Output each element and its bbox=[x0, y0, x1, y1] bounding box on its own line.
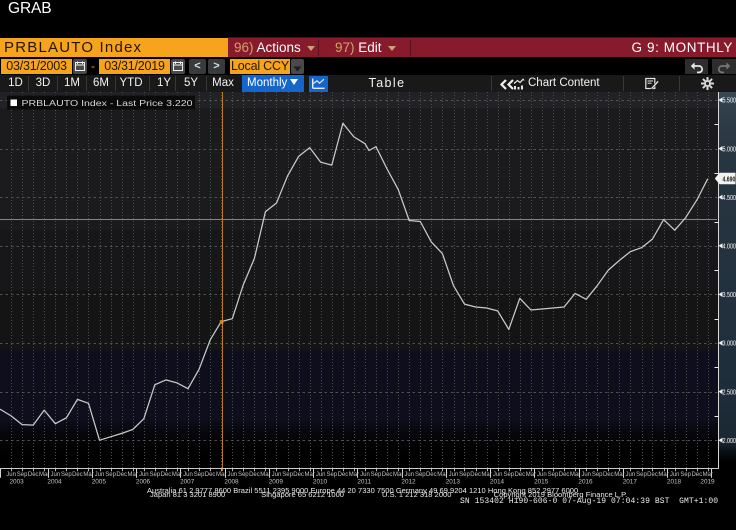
svg-text:Jun: Jun bbox=[537, 472, 547, 478]
svg-text:Jun: Jun bbox=[626, 472, 636, 478]
svg-text:Dec: Dec bbox=[72, 472, 83, 478]
svg-text:Sep: Sep bbox=[326, 472, 337, 478]
svg-text:Dec: Dec bbox=[691, 472, 702, 478]
svg-text:4.500: 4.500 bbox=[723, 193, 736, 202]
svg-text:4.690: 4.690 bbox=[723, 175, 736, 184]
svg-text:Jun: Jun bbox=[139, 472, 149, 478]
svg-text:Sep: Sep bbox=[548, 472, 559, 478]
svg-text:Mar: Mar bbox=[393, 472, 403, 478]
svg-text:Jun: Jun bbox=[493, 472, 503, 478]
svg-text:Mar: Mar bbox=[526, 472, 536, 478]
svg-text:Sep: Sep bbox=[282, 472, 293, 478]
svg-text:Dec: Dec bbox=[382, 472, 393, 478]
svg-text:Dec: Dec bbox=[647, 472, 658, 478]
svg-text:2018: 2018 bbox=[667, 479, 682, 486]
svg-text:Mar: Mar bbox=[83, 472, 93, 478]
svg-text:Jun: Jun bbox=[670, 472, 680, 478]
svg-text:Dec: Dec bbox=[116, 472, 127, 478]
svg-text:2010: 2010 bbox=[313, 479, 328, 486]
svg-text:Dec: Dec bbox=[338, 472, 349, 478]
svg-text:Dec: Dec bbox=[603, 472, 614, 478]
svg-text:2013: 2013 bbox=[446, 479, 461, 486]
svg-text:2009: 2009 bbox=[269, 479, 284, 486]
svg-text:Sep: Sep bbox=[680, 472, 691, 478]
svg-text:3.500: 3.500 bbox=[723, 290, 736, 299]
svg-text:2017: 2017 bbox=[623, 479, 638, 486]
svg-text:Jun: Jun bbox=[404, 472, 414, 478]
svg-text:Dec: Dec bbox=[559, 472, 570, 478]
svg-text:Jun: Jun bbox=[449, 472, 459, 478]
svg-text:Dec: Dec bbox=[426, 472, 437, 478]
svg-text:Sep: Sep bbox=[415, 472, 426, 478]
svg-text:Mar: Mar bbox=[260, 472, 270, 478]
svg-text:Dec: Dec bbox=[205, 472, 216, 478]
svg-text:2008: 2008 bbox=[224, 479, 239, 486]
svg-text:5.500: 5.500 bbox=[723, 96, 736, 105]
svg-text:Mar: Mar bbox=[39, 472, 49, 478]
svg-text:Mar: Mar bbox=[305, 472, 315, 478]
svg-text:Sep: Sep bbox=[636, 472, 647, 478]
svg-text:Sep: Sep bbox=[61, 472, 72, 478]
svg-text:Jun: Jun bbox=[95, 472, 105, 478]
svg-text:Jun: Jun bbox=[360, 472, 370, 478]
svg-text:Mar: Mar bbox=[481, 472, 491, 478]
svg-text:Mar: Mar bbox=[349, 472, 359, 478]
svg-text:Dec: Dec bbox=[249, 472, 260, 478]
svg-text:Dec: Dec bbox=[514, 472, 525, 478]
svg-text:Mar: Mar bbox=[658, 472, 668, 478]
svg-text:Mar: Mar bbox=[570, 472, 580, 478]
svg-text:2012: 2012 bbox=[401, 479, 416, 486]
svg-text:2014: 2014 bbox=[490, 479, 505, 486]
svg-text:2.000: 2.000 bbox=[723, 436, 736, 445]
svg-text:Sep: Sep bbox=[238, 472, 249, 478]
svg-text:Jun: Jun bbox=[6, 472, 16, 478]
svg-text:Sep: Sep bbox=[149, 472, 160, 478]
svg-text:Sep: Sep bbox=[17, 472, 28, 478]
svg-text:Mar: Mar bbox=[614, 472, 624, 478]
svg-text:Mar: Mar bbox=[703, 472, 713, 478]
svg-text:Dec: Dec bbox=[293, 472, 304, 478]
svg-text:Sep: Sep bbox=[105, 472, 116, 478]
svg-text:2004: 2004 bbox=[47, 479, 62, 486]
svg-text:Mar: Mar bbox=[216, 472, 226, 478]
svg-text:2.500: 2.500 bbox=[723, 387, 736, 396]
svg-text:Mar: Mar bbox=[437, 472, 447, 478]
svg-text:Jun: Jun bbox=[272, 472, 282, 478]
svg-text:2019: 2019 bbox=[700, 479, 715, 486]
svg-text:Dec: Dec bbox=[161, 472, 172, 478]
svg-text:2011: 2011 bbox=[357, 479, 371, 486]
svg-text:2007: 2007 bbox=[180, 479, 195, 486]
svg-text:Jun: Jun bbox=[183, 472, 193, 478]
svg-text:Sep: Sep bbox=[459, 472, 470, 478]
svg-text:Jun: Jun bbox=[50, 472, 60, 478]
svg-text:2016: 2016 bbox=[578, 479, 593, 486]
svg-text:Jun: Jun bbox=[581, 472, 591, 478]
svg-text:Sep: Sep bbox=[194, 472, 205, 478]
svg-text:2006: 2006 bbox=[136, 479, 151, 486]
svg-text:Sep: Sep bbox=[592, 472, 603, 478]
svg-text:PRBLAUTO Index - Last Price: PRBLAUTO Index - Last Price 3.220 bbox=[22, 99, 194, 108]
svg-text:Mar: Mar bbox=[128, 472, 138, 478]
svg-text:Jun: Jun bbox=[227, 472, 237, 478]
svg-text:Sep: Sep bbox=[503, 472, 514, 478]
svg-text:4.000: 4.000 bbox=[723, 242, 736, 251]
svg-text:Dec: Dec bbox=[470, 472, 481, 478]
svg-text:Jun: Jun bbox=[316, 472, 326, 478]
svg-text:2005: 2005 bbox=[92, 479, 107, 486]
svg-text:Mar: Mar bbox=[172, 472, 182, 478]
svg-text:Sep: Sep bbox=[371, 472, 382, 478]
svg-text:3.000: 3.000 bbox=[723, 339, 736, 348]
svg-text:5.000: 5.000 bbox=[723, 144, 736, 153]
svg-text:Dec: Dec bbox=[28, 472, 39, 478]
svg-text:2015: 2015 bbox=[534, 479, 549, 486]
svg-text:2003: 2003 bbox=[9, 479, 24, 486]
